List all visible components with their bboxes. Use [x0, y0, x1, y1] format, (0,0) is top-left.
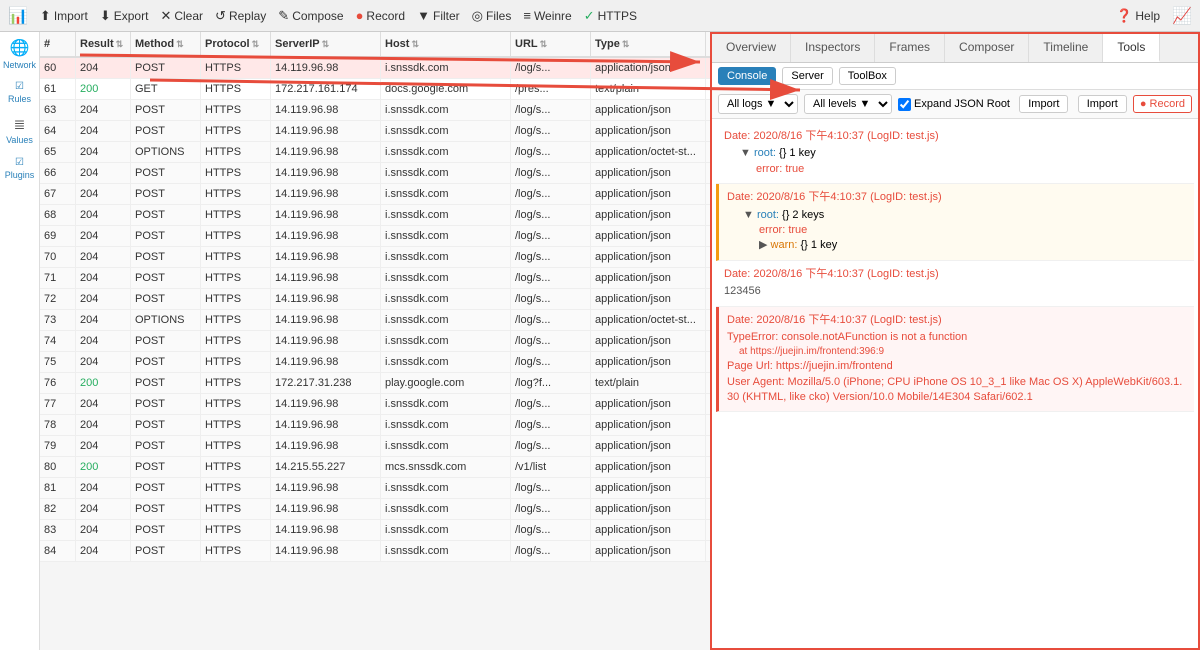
table-row[interactable]: 64204POSTHTTPS14.119.96.98i.snssdk.com/l…: [40, 121, 710, 142]
console-content: Date: 2020/8/16 下午4:10:37 (LogID: test.j…: [712, 119, 1198, 648]
tab-tools[interactable]: Tools: [1103, 34, 1160, 62]
files-button[interactable]: ◎Files: [472, 8, 512, 24]
record-console-button[interactable]: ● Record: [1133, 95, 1192, 113]
table-row[interactable]: 66204POSTHTTPS14.119.96.98i.snssdk.com/l…: [40, 163, 710, 184]
col-header-type[interactable]: Type ⇅: [591, 32, 706, 56]
table-row[interactable]: 78204POSTHTTPS14.119.96.98i.snssdk.com/l…: [40, 415, 710, 436]
col-header-num[interactable]: #: [40, 32, 76, 56]
table-row[interactable]: 70204POSTHTTPS14.119.96.98i.snssdk.com/l…: [40, 247, 710, 268]
table-row[interactable]: 77204POSTHTTPS14.119.96.98i.snssdk.com/l…: [40, 394, 710, 415]
table-body: 60204POSTHTTPS14.119.96.98i.snssdk.com/l…: [40, 58, 710, 650]
tab-inspectors[interactable]: Inspectors: [791, 34, 875, 62]
table-row[interactable]: 83204POSTHTTPS14.119.96.98i.snssdk.com/l…: [40, 520, 710, 541]
sidebar-item-values[interactable]: ≣ Values: [2, 112, 38, 148]
sidebar-item-plugins[interactable]: ☑ Plugins: [2, 150, 38, 186]
help-button[interactable]: ❓Help: [1116, 8, 1160, 24]
table-row[interactable]: 82204POSTHTTPS14.119.96.98i.snssdk.com/l…: [40, 499, 710, 520]
left-sidebar: 🌐 Network ☑ Rules ≣ Values ☑ Plugins: [0, 32, 40, 650]
tab-composer[interactable]: Composer: [945, 34, 1029, 62]
log-error-1: error: true: [724, 162, 1186, 177]
log-warn-2: ▶ warn: {} 1 key: [727, 238, 1186, 253]
expand-json-input[interactable]: [898, 98, 911, 111]
table-row[interactable]: 84204POSTHTTPS14.119.96.98i.snssdk.com/l…: [40, 541, 710, 562]
import-button[interactable]: ⬆Import: [40, 8, 88, 24]
table-row[interactable]: 63204POSTHTTPS14.119.96.98i.snssdk.com/l…: [40, 100, 710, 121]
log-entry-2: Date: 2020/8/16 下午4:10:37 (LogID: test.j…: [716, 184, 1194, 261]
table-row[interactable]: 81204POSTHTTPS14.119.96.98i.snssdk.com/l…: [40, 478, 710, 499]
table-row[interactable]: 75204POSTHTTPS14.119.96.98i.snssdk.com/l…: [40, 352, 710, 373]
weinre-button[interactable]: ≡Weinre: [523, 8, 571, 23]
record-button[interactable]: ●Record: [356, 8, 406, 23]
replay-button[interactable]: ↺Replay: [215, 8, 266, 24]
expand-json-checkbox[interactable]: Expand JSON Root: [898, 98, 1010, 111]
col-header-method[interactable]: Method ⇅: [131, 32, 201, 56]
network-icon: 📊: [8, 6, 28, 26]
log-error-msg: TypeError: console.notAFunction is not a…: [727, 330, 1186, 345]
table-row[interactable]: 69204POSTHTTPS14.119.96.98i.snssdk.com/l…: [40, 226, 710, 247]
col-header-serverip[interactable]: ServerIP ⇅: [271, 32, 381, 56]
filter-all-levels[interactable]: All levels ▼: [804, 94, 892, 114]
console-subtabs: Console Server ToolBox: [712, 63, 1198, 90]
tab-overview[interactable]: Overview: [712, 34, 791, 62]
sidebar-item-rules[interactable]: ☑ Rules: [2, 74, 38, 110]
import-console-button[interactable]: Import: [1019, 95, 1068, 113]
log-root-2: ▼ root: {} 2 keys: [727, 208, 1186, 223]
log-date-4: Date: 2020/8/16 下午4:10:37 (LogID: test.j…: [727, 313, 1186, 328]
tab-timeline[interactable]: Timeline: [1029, 34, 1103, 62]
filter-all-logs[interactable]: All logs ▼: [718, 94, 798, 114]
table-header: # Result ⇅ Method ⇅ Protocol ⇅ ServerIP …: [40, 32, 710, 58]
stats-icon: 📈: [1172, 6, 1192, 26]
console-tab-toolbox[interactable]: ToolBox: [839, 67, 896, 85]
network-area: # Result ⇅ Method ⇅ Protocol ⇅ ServerIP …: [40, 32, 710, 650]
log-entry-3: Date: 2020/8/16 下午4:10:37 (LogID: test.j…: [716, 261, 1194, 307]
col-header-url[interactable]: URL ⇅: [511, 32, 591, 56]
compose-button[interactable]: ✎Compose: [278, 8, 343, 24]
table-row[interactable]: 68204POSTHTTPS14.119.96.98i.snssdk.com/l…: [40, 205, 710, 226]
clear-button[interactable]: ✕Clear: [160, 8, 203, 24]
main-layout: 🌐 Network ☑ Rules ≣ Values ☑ Plugins # R…: [0, 32, 1200, 650]
log-user-agent: User Agent: Mozilla/5.0 (iPhone; CPU iPh…: [727, 375, 1186, 406]
right-panel: Overview Inspectors Frames Composer Time…: [710, 32, 1200, 650]
filter-button[interactable]: ▼Filter: [417, 8, 460, 23]
table-row[interactable]: 72204POSTHTTPS14.119.96.98i.snssdk.com/l…: [40, 289, 710, 310]
log-date-1: Date: 2020/8/16 下午4:10:37 (LogID: test.j…: [724, 129, 1186, 144]
top-toolbar: 📊 ⬆Import ⬇Export ✕Clear ↺Replay ✎Compos…: [0, 0, 1200, 32]
log-entry-4: Date: 2020/8/16 下午4:10:37 (LogID: test.j…: [716, 307, 1194, 413]
log-date-2: Date: 2020/8/16 下午4:10:37 (LogID: test.j…: [727, 190, 1186, 205]
table-row[interactable]: 73204OPTIONSHTTPS14.119.96.98i.snssdk.co…: [40, 310, 710, 331]
table-row[interactable]: 67204POSTHTTPS14.119.96.98i.snssdk.com/l…: [40, 184, 710, 205]
col-header-protocol[interactable]: Protocol ⇅: [201, 32, 271, 56]
table-row[interactable]: 60204POSTHTTPS14.119.96.98i.snssdk.com/l…: [40, 58, 710, 79]
col-header-result[interactable]: Result ⇅: [76, 32, 131, 56]
log-error-stack: at https://juejin.im/frontend:396:9: [727, 345, 1186, 359]
tab-frames[interactable]: Frames: [875, 34, 945, 62]
table-row[interactable]: 65204OPTIONSHTTPS14.119.96.98i.snssdk.co…: [40, 142, 710, 163]
log-plain-3: 123456: [724, 284, 1186, 299]
table-row[interactable]: 76200POSTHTTPS172.217.31.238play.google.…: [40, 373, 710, 394]
log-root-1: ▼ root: {} 1 key: [724, 146, 1186, 161]
https-button[interactable]: ✓HTTPS: [584, 8, 637, 24]
table-row[interactable]: 71204POSTHTTPS14.119.96.98i.snssdk.com/l…: [40, 268, 710, 289]
table-row[interactable]: 80200POSTHTTPS14.215.55.227mcs.snssdk.co…: [40, 457, 710, 478]
log-date-3: Date: 2020/8/16 下午4:10:37 (LogID: test.j…: [724, 267, 1186, 282]
table-row[interactable]: 79204POSTHTTPS14.119.96.98i.snssdk.com/l…: [40, 436, 710, 457]
log-page-url: Page Url: https://juejin.im/frontend: [727, 359, 1186, 374]
console-tab-server[interactable]: Server: [782, 67, 832, 85]
col-header-host[interactable]: Host ⇅: [381, 32, 511, 56]
table-row[interactable]: 61200GETHTTPS172.217.161.174docs.google.…: [40, 79, 710, 100]
log-entry-1: Date: 2020/8/16 下午4:10:37 (LogID: test.j…: [716, 123, 1194, 184]
log-error-2: error: true: [727, 223, 1186, 238]
table-row[interactable]: 74204POSTHTTPS14.119.96.98i.snssdk.com/l…: [40, 331, 710, 352]
export-button[interactable]: ⬇Export: [100, 8, 149, 24]
right-tabs: Overview Inspectors Frames Composer Time…: [712, 34, 1198, 63]
expand-json-label: Expand JSON Root: [914, 98, 1010, 110]
console-tab-console[interactable]: Console: [718, 67, 776, 85]
import2-button[interactable]: Import: [1078, 95, 1127, 113]
sidebar-item-network[interactable]: 🌐 Network: [2, 36, 38, 72]
